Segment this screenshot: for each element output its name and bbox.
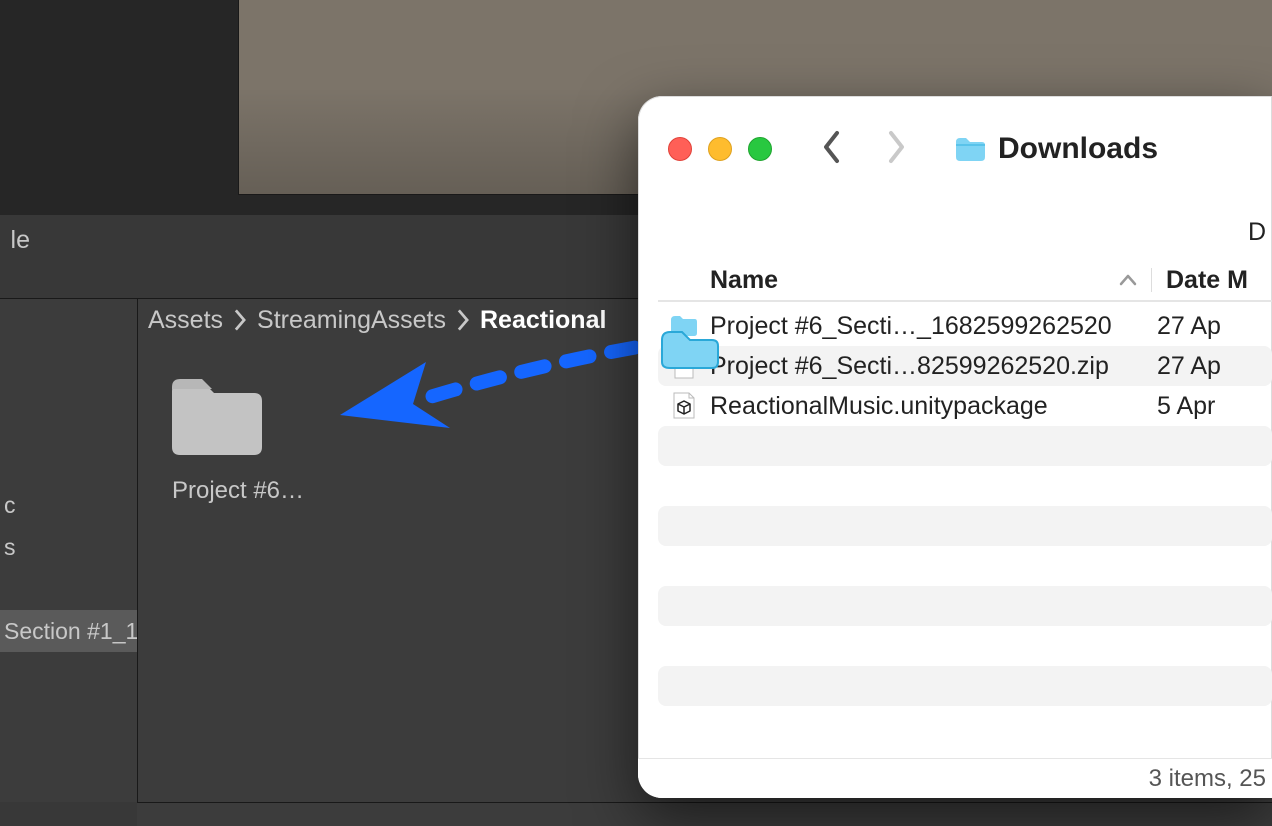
subtoolbar-label: D <box>1248 218 1266 247</box>
window-traffic-lights <box>668 137 772 161</box>
sort-indicator-icon[interactable] <box>1113 274 1143 286</box>
project-tree-items: c s Section #1_1 <box>0 484 137 652</box>
finder-file-list[interactable]: Project #6_Secti…_1682599262520 27 Ap Pr… <box>658 306 1272 748</box>
file-row-empty <box>658 426 1272 466</box>
back-button[interactable] <box>822 130 842 169</box>
folder-icon <box>954 136 986 162</box>
file-row-empty <box>658 706 1272 746</box>
console-tab-label: le <box>11 226 30 255</box>
file-row[interactable]: Project #6_Secti…_1682599262520 27 Ap <box>658 306 1272 346</box>
file-row[interactable]: Project #6_Secti…82599262520.zip 27 Ap <box>658 346 1272 386</box>
unity-project-tree[interactable]: c s Section #1_1 <box>0 298 137 802</box>
tree-item[interactable]: s <box>0 526 137 568</box>
column-header-label: Name <box>710 266 778 294</box>
breadcrumb-segment-current[interactable]: Reactional <box>480 306 606 335</box>
tree-item[interactable] <box>0 568 137 610</box>
column-header-name[interactable]: Name <box>658 266 1113 295</box>
folder-icon <box>168 377 308 459</box>
zip-file-icon <box>658 352 710 380</box>
column-header-label: Date M <box>1166 266 1248 294</box>
file-date: 27 Ap <box>1113 352 1272 381</box>
breadcrumb-segment[interactable]: Assets <box>148 306 223 335</box>
finder-nav-buttons <box>822 130 906 169</box>
header-divider <box>658 300 1272 302</box>
finder-subtoolbar-fragment: D <box>1248 212 1272 252</box>
tree-item-label: c <box>4 492 16 518</box>
asset-folder-label: Project #6… <box>168 477 308 505</box>
unitypackage-file-icon <box>658 392 710 420</box>
file-date: 27 Ap <box>1113 312 1272 341</box>
unity-console-tab-fragment[interactable]: le <box>0 220 30 260</box>
column-separator[interactable] <box>1151 268 1152 292</box>
forward-button[interactable] <box>886 130 906 169</box>
unity-project-footer <box>137 802 1272 826</box>
asset-folder-item[interactable]: Project #6… <box>168 377 308 505</box>
close-window-button[interactable] <box>668 137 692 161</box>
finder-column-headers: Name Date M <box>658 260 1272 300</box>
fullscreen-window-button[interactable] <box>748 137 772 161</box>
status-text: 3 items, 25 <box>1149 765 1266 793</box>
finder-status-bar: 3 items, 25 <box>638 758 1272 798</box>
minimize-window-button[interactable] <box>708 137 732 161</box>
tree-item-label: Section #1_1 <box>4 618 137 644</box>
breadcrumb-segment[interactable]: StreamingAssets <box>257 306 446 335</box>
file-row-empty <box>658 466 1272 506</box>
folder-icon <box>658 315 710 337</box>
chevron-right-icon <box>233 309 247 331</box>
finder-title-text: Downloads <box>998 132 1158 166</box>
file-date: 5 Apr <box>1113 392 1272 421</box>
chevron-right-icon <box>456 309 470 331</box>
file-row[interactable]: ReactionalMusic.unitypackage 5 Apr <box>658 386 1272 426</box>
file-row-empty <box>658 506 1272 546</box>
finder-window[interactable]: Downloads D Name Date M Project #6_Secti… <box>638 96 1272 798</box>
file-row-empty <box>658 666 1272 706</box>
file-name: ReactionalMusic.unitypackage <box>710 392 1113 421</box>
finder-toolbar: Downloads <box>638 96 1272 202</box>
tree-item[interactable]: c <box>0 484 137 526</box>
tree-item-selected[interactable]: Section #1_1 <box>0 610 137 652</box>
file-row-empty <box>658 626 1272 666</box>
tree-item-label: s <box>4 534 16 560</box>
finder-title: Downloads <box>954 132 1158 166</box>
file-name: Project #6_Secti…82599262520.zip <box>710 352 1113 381</box>
file-name: Project #6_Secti…_1682599262520 <box>710 312 1113 341</box>
file-row-empty <box>658 586 1272 626</box>
file-row-empty <box>658 546 1272 586</box>
column-header-date[interactable]: Date M <box>1160 266 1272 295</box>
